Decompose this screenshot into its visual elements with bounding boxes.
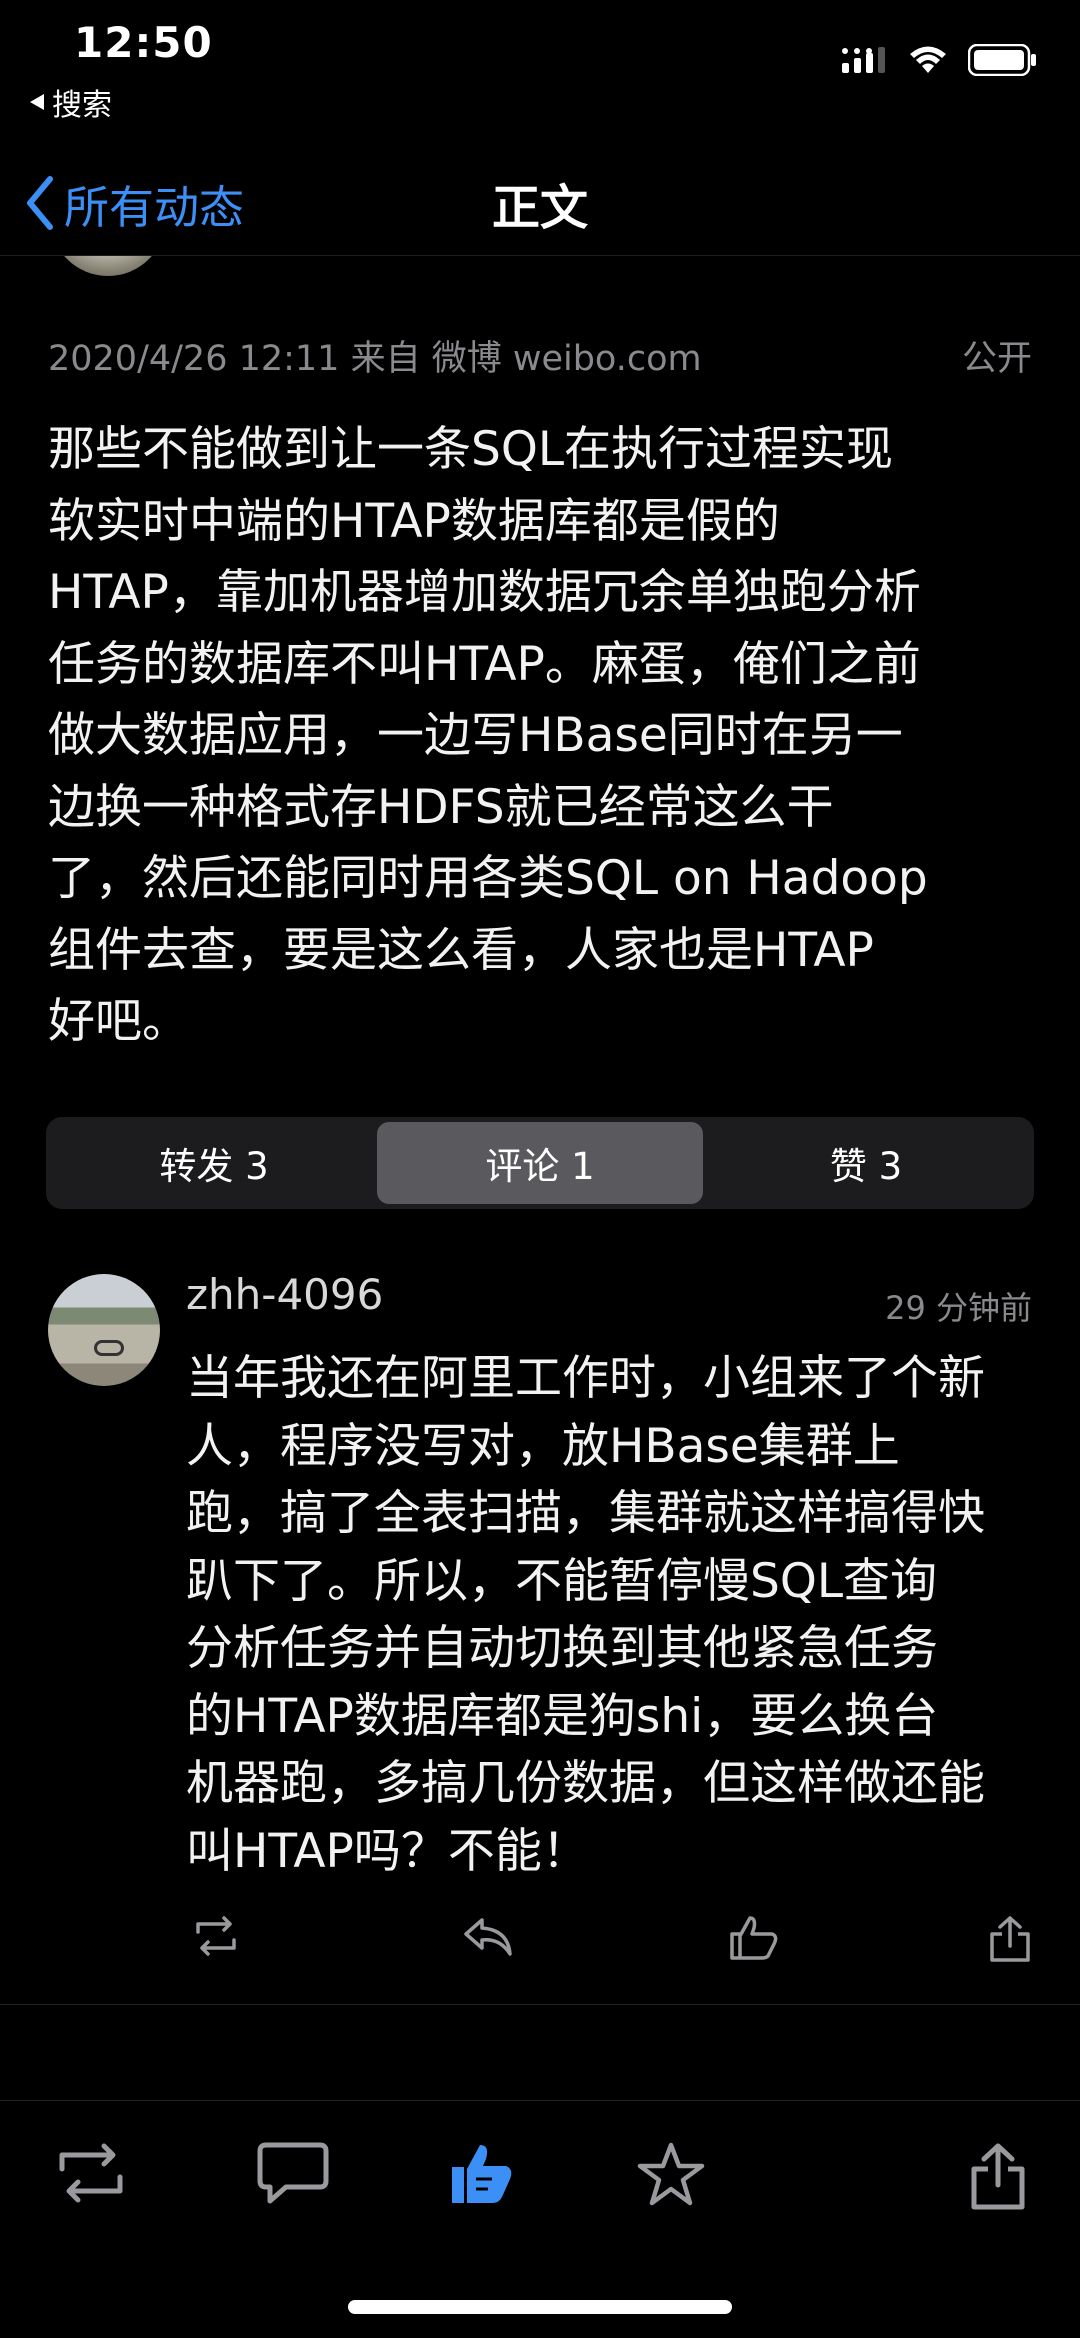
- repost-icon[interactable]: [50, 2141, 132, 2205]
- post-timestamp-source: 2020/4/26 12:11 来自 微博 weibo.com: [48, 339, 702, 379]
- comment-time: 29 分钟前: [885, 1289, 1032, 1327]
- comment-actions: [186, 1914, 1036, 1974]
- like-filled-icon[interactable]: [448, 2141, 516, 2207]
- repost-icon[interactable]: [188, 1914, 244, 1958]
- comment-text: 当年我还在阿里工作时，小组来了个新 人，程序没写对，放HBase集群上 跑，搞了…: [186, 1351, 985, 1879]
- share-icon[interactable]: [968, 2141, 1028, 2211]
- post-meta: 2020/4/26 12:11 来自 微博 weibo.com 公开: [48, 330, 1032, 381]
- share-icon[interactable]: [988, 1914, 1032, 1964]
- commenter-avatar[interactable]: [48, 1274, 160, 1386]
- battery-icon: [968, 44, 1036, 76]
- page-title: 正文: [491, 180, 588, 236]
- wifi-icon: [910, 46, 946, 73]
- status-back-label: 搜索: [52, 88, 112, 123]
- status-icons: [842, 44, 1038, 76]
- reply-icon[interactable]: [462, 1914, 514, 1958]
- comment-icon[interactable]: [256, 2141, 330, 2207]
- like-icon[interactable]: [728, 1914, 780, 1962]
- post-visibility: 公开: [961, 339, 1032, 379]
- bottom-toolbar: [0, 2101, 1080, 2261]
- tab-likes[interactable]: 赞 3: [703, 1122, 1029, 1204]
- cellular-signal-icon: [842, 47, 885, 73]
- post-body: 那些不能做到让一条SQL在执行过程实现 软实时中端的HTAP数据库都是假的 HT…: [48, 422, 928, 1049]
- commenter-name[interactable]: zhh-4096: [186, 1270, 383, 1319]
- back-triangle-icon: [30, 94, 44, 110]
- home-indicator[interactable]: [348, 2300, 732, 2314]
- divider: [0, 2004, 1080, 2005]
- navigation-bar: 所有动态 正文: [0, 150, 1080, 256]
- interaction-tabs: 转发 3 评论 1 赞 3: [46, 1117, 1034, 1209]
- tab-comments[interactable]: 评论 1: [377, 1122, 703, 1204]
- avatar-bike-shape: [94, 1340, 124, 1356]
- tab-reposts[interactable]: 转发 3: [51, 1122, 377, 1204]
- status-time: 12:50: [74, 18, 213, 67]
- favorite-icon[interactable]: [636, 2141, 706, 2207]
- status-back-to-app[interactable]: 搜索: [30, 80, 112, 124]
